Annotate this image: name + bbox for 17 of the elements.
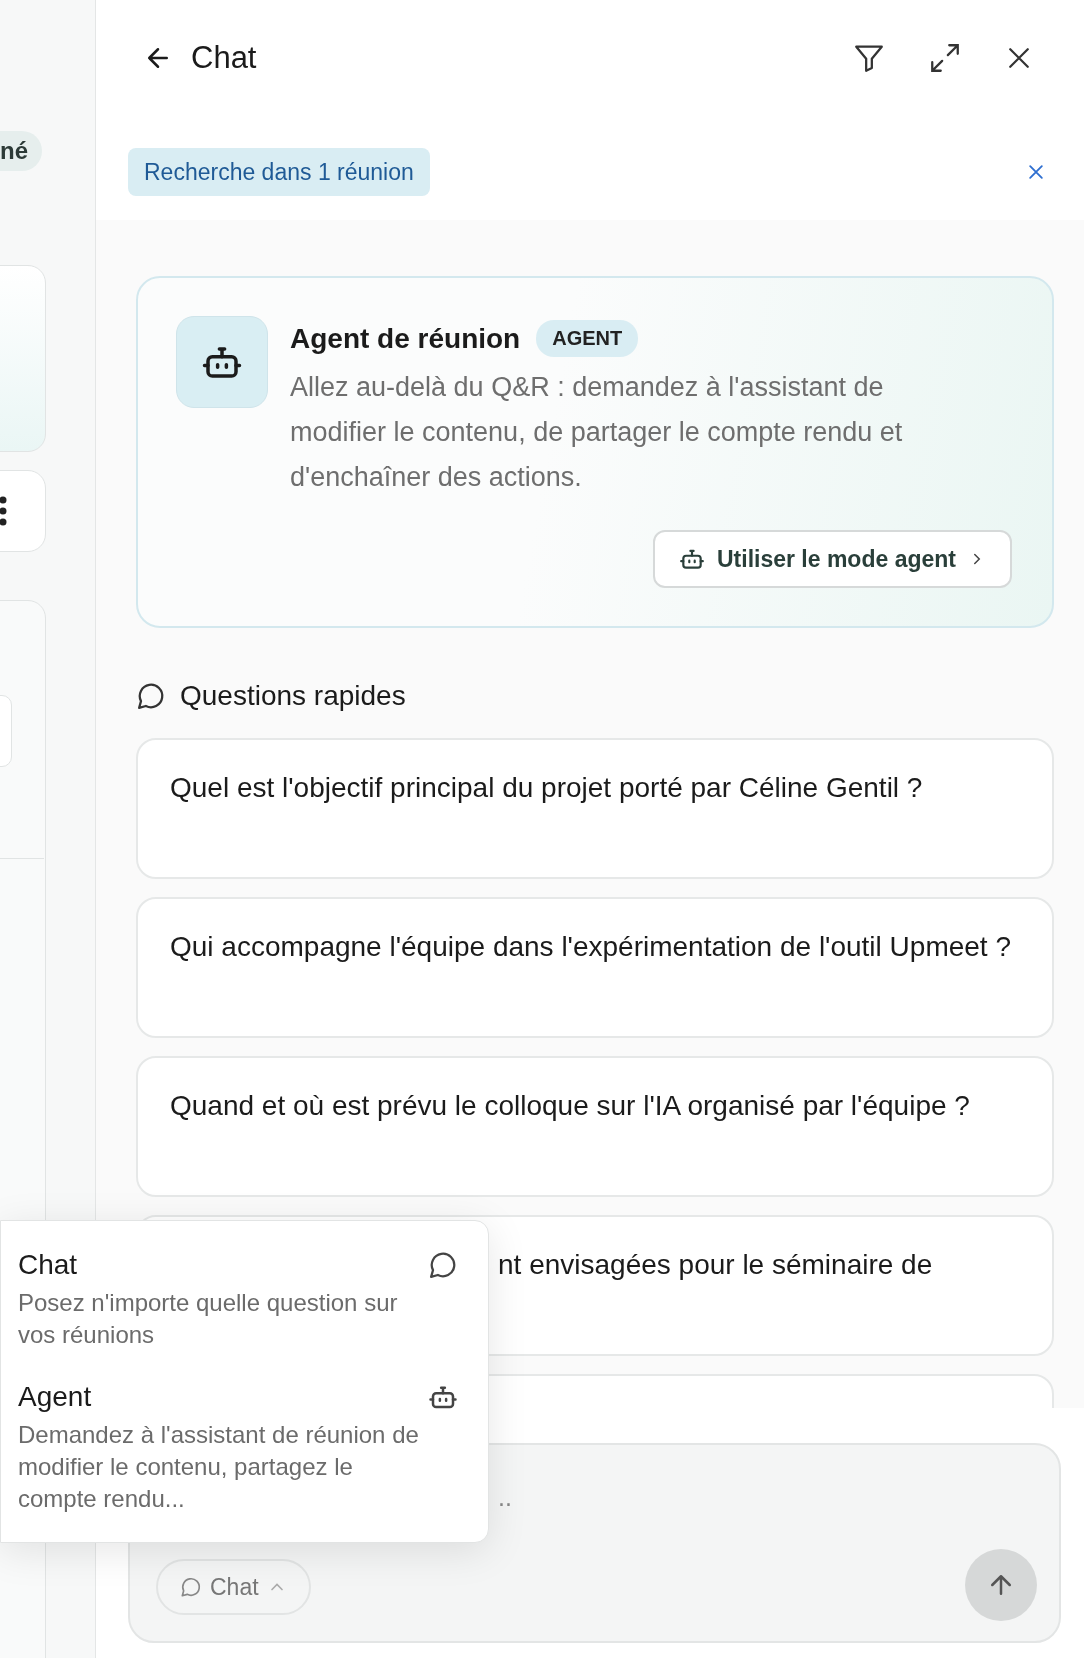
card-description: Allez au-delà du Q&R : demandez à l'assistant de modifier le contenu, de partager le compte rendu et d'enchaîner des actions.	[290, 371, 904, 494]
agent-mode-button[interactable]: Utiliser le mode agent	[653, 530, 1012, 588]
section-title: Questions rapides	[180, 680, 406, 712]
filter-chip[interactable]: né	[0, 131, 42, 171]
panel-title: Chat	[191, 39, 258, 76]
chat-bubble-icon	[428, 1250, 458, 1280]
mode-selector[interactable]: Chat	[156, 1559, 311, 1615]
question-card[interactable]: Quel est l'objectif principal du projet porté par Céline Gentil ?	[136, 738, 1054, 879]
chat-bubble-icon	[136, 681, 166, 711]
card-title: Agent de réunion	[290, 322, 521, 355]
chat-bubble-icon	[180, 1576, 202, 1598]
scope-chip: Recherche dans 1 réunion	[128, 148, 430, 196]
question-card[interactable]: Quand et où est prévu le colloque sur l'IA organisé par l'équipe ?	[136, 1056, 1054, 1197]
placeholder-text: ..	[498, 1483, 512, 1512]
question-card[interactable]: Qui accompagne l'équipe dans l'expérimentation de l'outil Upmeet ?	[136, 897, 1054, 1038]
agent-badge: AGENT	[536, 320, 639, 357]
more-icon[interactable]	[0, 496, 9, 526]
